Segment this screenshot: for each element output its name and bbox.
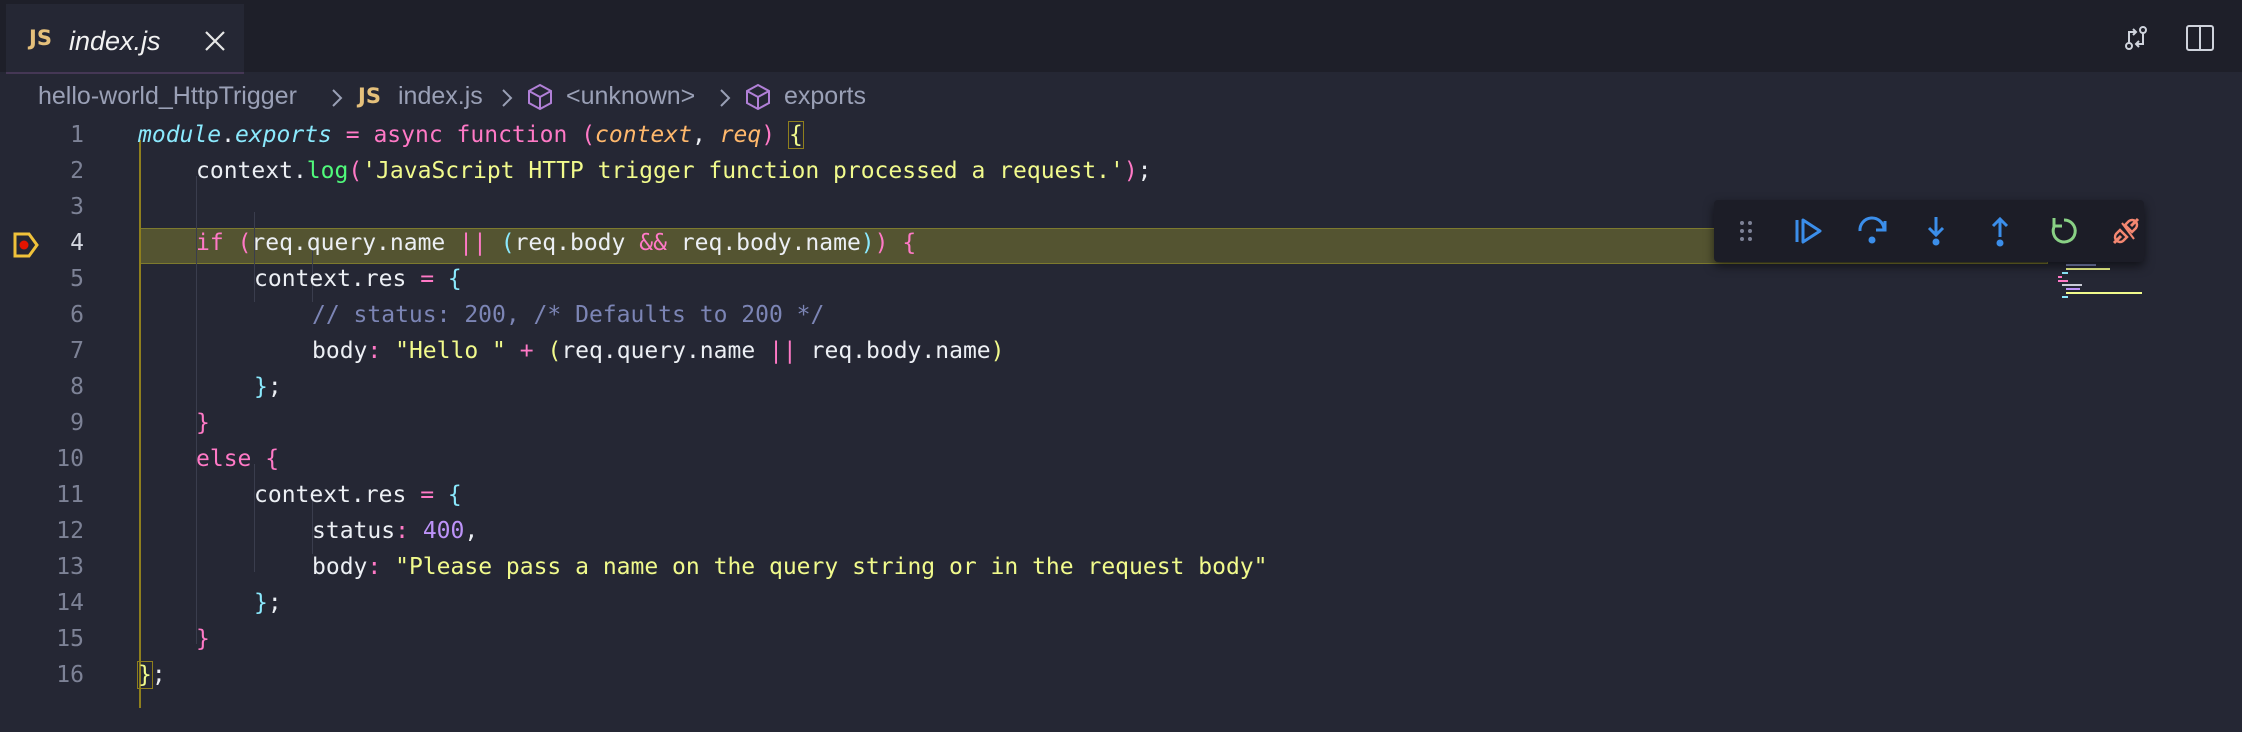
line-number: 6 (70, 302, 84, 328)
code-line-6: // status: 200, /* Defaults to 200 */ (312, 302, 825, 328)
step-into-icon[interactable] (1918, 213, 1954, 249)
line-number: 4 (70, 230, 84, 256)
chevron-right-icon (502, 89, 513, 107)
code-line-11: context.res = { (254, 482, 462, 508)
code-line-7: body: "Hello " + (req.query.name || req.… (312, 338, 1005, 364)
breadcrumb: hello-world_HttpTrigger JS index.js <unk… (0, 72, 2242, 122)
line-number: 5 (70, 266, 84, 292)
chevron-right-icon (720, 89, 731, 107)
code-line-12: status: 400, (312, 518, 479, 544)
line-number: 3 (70, 194, 84, 220)
line-number: 7 (70, 338, 84, 364)
line-number: 11 (56, 482, 84, 508)
code-editor[interactable]: 1 2 3 4 5 6 7 8 9 10 11 12 13 14 15 16 module.exports =… (0, 121, 2242, 732)
tab-bar: JS index.js (0, 0, 2242, 74)
breadcrumb-symbol-unknown[interactable]: <unknown> (566, 82, 695, 111)
restart-icon[interactable] (2046, 213, 2082, 249)
code-line-10: else { (196, 446, 280, 472)
line-number: 1 (70, 122, 84, 148)
tab-label: index.js (69, 26, 161, 56)
debug-toolbar (1714, 200, 2144, 262)
breadcrumb-folder[interactable]: hello-world_HttpTrigger (38, 82, 297, 111)
breadcrumb-file[interactable]: index.js (398, 82, 483, 111)
indent-guide (254, 464, 255, 572)
close-icon[interactable] (204, 30, 226, 52)
continue-icon[interactable] (1790, 213, 1826, 249)
code-line-9: } (196, 410, 210, 436)
code-line-14: }; (254, 590, 282, 616)
code-line-16: }; (137, 661, 166, 689)
editor-tab-index-js[interactable]: JS index.js (6, 4, 244, 74)
method-cube-icon (746, 83, 770, 111)
line-number: 2 (70, 158, 84, 184)
disconnect-icon[interactable] (2108, 213, 2144, 249)
code-line-4: if (req.query.name || (req.body && req.b… (196, 230, 917, 256)
method-cube-icon (528, 83, 552, 111)
drag-handle-icon[interactable] (1728, 213, 1764, 249)
line-number: 9 (70, 410, 84, 436)
step-over-icon[interactable] (1854, 213, 1890, 249)
breadcrumb-symbol-exports[interactable]: exports (784, 82, 866, 111)
split-editor-icon[interactable] (2184, 22, 2216, 54)
open-changes-icon[interactable] (2120, 22, 2152, 54)
line-number: 16 (56, 662, 84, 688)
line-number: 12 (56, 518, 84, 544)
line-number: 15 (56, 626, 84, 652)
line-number: 10 (56, 446, 84, 472)
javascript-file-icon: JS (358, 84, 381, 108)
code-line-8: }; (254, 374, 282, 400)
step-out-icon[interactable] (1982, 213, 2018, 249)
chevron-right-icon (332, 89, 343, 107)
code-line-1: module.exports = async function (context… (138, 121, 804, 149)
code-line-2: context.log('JavaScript HTTP trigger fun… (196, 158, 1152, 184)
line-number: 14 (56, 590, 84, 616)
bracket-pair-guide (139, 140, 141, 708)
javascript-file-icon: JS (29, 26, 52, 50)
line-number: 8 (70, 374, 84, 400)
line-number: 13 (56, 554, 84, 580)
code-line-13: body: "Please pass a name on the query s… (312, 554, 1268, 580)
code-line-5: context.res = { (254, 266, 462, 292)
code-line-15: } (196, 626, 210, 652)
